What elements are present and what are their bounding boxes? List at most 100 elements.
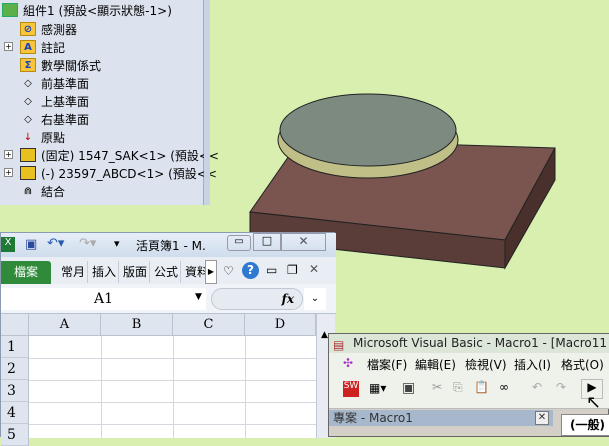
find-icon[interactable]: ∞	[499, 380, 509, 394]
assembly-icon	[2, 3, 18, 17]
paste-icon[interactable]: 📋	[474, 380, 489, 394]
undo-icon[interactable]: ↶	[532, 380, 542, 394]
vba-editor-window: ▤ Microsoft Visual Basic - Macro1 - [Mac…	[328, 333, 609, 437]
file-tab[interactable]: 檔案	[1, 261, 51, 284]
tree-item-mates[interactable]: ⋒ 結合	[20, 182, 65, 200]
workbook-close-icon[interactable]: ✕	[309, 262, 319, 276]
mates-icon: ⋒	[23, 185, 33, 197]
menu-bar: ✣ 檔案(F) 編輯(E) 檢視(V) 插入(I) 格式(O)	[329, 353, 609, 375]
part-icon	[20, 148, 36, 162]
minimize-button[interactable]: ▭	[227, 235, 251, 251]
redo-icon[interactable]: ↷	[556, 380, 566, 394]
tree-item-top-plane[interactable]: ◇ 上基準面	[20, 92, 89, 110]
menu-view[interactable]: 檢視(V)	[465, 356, 507, 373]
help-icon[interactable]: ?	[242, 262, 259, 279]
tree-item-label: 原點	[41, 130, 66, 145]
row-header[interactable]: 3	[1, 380, 29, 402]
part-icon	[20, 166, 36, 180]
tab-insert[interactable]: 插入	[88, 261, 119, 283]
gridline	[173, 336, 174, 438]
close-button[interactable]: ✕	[281, 233, 326, 251]
tab-home[interactable]: 常月	[57, 261, 88, 283]
ribbon-collapse-icon[interactable]: ♡	[223, 264, 234, 278]
row-header[interactable]: 4	[1, 402, 29, 424]
tree-item-sensors[interactable]: ⊘ 感測器	[20, 20, 77, 38]
tree-item-label: (-) 23597_ABCD<1> (預設<<	[41, 166, 217, 181]
gridline	[101, 336, 102, 438]
formula-bar: A1 ▼ fx ⌄	[1, 284, 336, 314]
tab-page-layout[interactable]: 版面	[119, 261, 150, 283]
cut-icon[interactable]: ✂	[432, 380, 442, 394]
expand-formula-bar-button[interactable]: ⌄	[304, 288, 326, 310]
menu-format[interactable]: 格式(O)	[561, 356, 604, 373]
project-pane-title: 專案 - Macro1 ✕	[329, 410, 553, 426]
panel-splitter[interactable]	[204, 0, 210, 205]
expand-icon[interactable]: +	[4, 168, 13, 177]
row-header[interactable]: 2	[1, 358, 29, 380]
sensor-folder-icon: ⊘	[20, 22, 36, 36]
plane-icon: ◇	[24, 95, 32, 107]
workbook-minimize-icon[interactable]: ▭	[266, 263, 277, 277]
name-box-dropdown-icon[interactable]: ▼	[195, 292, 202, 302]
column-header[interactable]: D	[245, 314, 316, 336]
vba-title-bar: ▤ Microsoft Visual Basic - Macro1 - [Mac…	[329, 334, 609, 353]
copy-icon[interactable]: ⎘	[453, 380, 463, 395]
plane-icon: ◇	[24, 77, 32, 89]
window-title: Microsoft Visual Basic - Macro1 - [Macro…	[353, 336, 609, 350]
tree-item-label: 前基準面	[41, 76, 90, 91]
menu-insert[interactable]: 插入(I)	[514, 356, 551, 373]
origin-icon: ↓	[23, 131, 33, 143]
tree-item-label: (固定) 1547_SAK<1> (預設<<	[41, 148, 219, 163]
solidworks-icon[interactable]: SW	[343, 381, 359, 397]
disc-top	[279, 93, 457, 167]
row-header[interactable]: 5	[1, 424, 29, 446]
toolbar: SW ▦▾ ▣ ✂ ⎘ 📋 ∞ ↶ ↷ ▶	[329, 375, 609, 409]
tree-item-annotations[interactable]: A 註記	[20, 38, 65, 56]
window-title: 活頁簿1 - M.	[136, 239, 206, 253]
tree-item-part-2[interactable]: (-) 23597_ABCD<1> (預設<<	[20, 164, 217, 182]
tree-root-label: 組件1 (預設<顯示狀態-1>)	[23, 3, 172, 18]
project-pane-label: 專案 - Macro1	[333, 411, 413, 425]
tree-root[interactable]: 組件1 (預設<顯示狀態-1>)	[2, 1, 172, 19]
object-dropdown[interactable]: (一般)	[561, 414, 609, 436]
name-box[interactable]: A1	[1, 288, 206, 310]
expand-icon[interactable]: +	[4, 150, 13, 159]
tree-item-label: 上基準面	[41, 94, 90, 109]
tree-item-origin[interactable]: ↓ 原點	[20, 128, 65, 146]
tab-formulas[interactable]: 公式	[150, 261, 181, 283]
maximize-button[interactable]: □	[253, 233, 281, 251]
excel-window: X ▣ ↶▾ ↷▾ ▾ 活頁簿1 - M. ▭ □ ✕ 檔案 常月 插入 版面 …	[0, 232, 336, 446]
customize-toolbar-icon[interactable]: ▾	[114, 237, 120, 250]
column-header[interactable]: A	[29, 314, 101, 336]
expand-icon[interactable]: +	[4, 42, 13, 51]
tree-item-label: 數學關係式	[41, 58, 102, 73]
select-all-button[interactable]	[1, 314, 29, 336]
tree-item-front-plane[interactable]: ◇ 前基準面	[20, 74, 89, 92]
gridline	[245, 336, 246, 438]
tree-item-label: 註記	[41, 40, 66, 55]
ribbon-tabs: 檔案 常月 插入 版面 公式 資料 ▶ ♡ ? ▭ ❐ ✕	[1, 257, 336, 284]
save-icon[interactable]: ▣	[402, 380, 415, 396]
menu-file[interactable]: 檔案(F)	[367, 356, 407, 373]
column-header[interactable]: C	[173, 314, 245, 336]
insert-function-button[interactable]: fx	[211, 288, 303, 310]
tree-item-right-plane[interactable]: ◇ 右基準面	[20, 110, 89, 128]
workbook-restore-icon[interactable]: ❐	[287, 263, 298, 277]
vba-menu-icon: ✣	[343, 356, 354, 370]
worksheet-grid[interactable]: A B C D 1 2 3 4 5	[1, 314, 316, 446]
tree-item-equations[interactable]: Σ 數學關係式	[20, 56, 101, 74]
feature-tree: 組件1 (預設<顯示狀態-1>) ⊘ 感測器 + A 註記 Σ 數學關係式 ◇ 前基準面…	[0, 0, 219, 205]
tab-scroll-right-button[interactable]: ▶	[205, 260, 217, 284]
redo-icon[interactable]: ↷▾	[79, 236, 96, 251]
excel-title-bar: X ▣ ↶▾ ↷▾ ▾ 活頁簿1 - M. ▭ □ ✕	[1, 233, 336, 257]
save-icon[interactable]: ▣	[25, 237, 37, 252]
project-pane-close-button[interactable]: ✕	[535, 411, 549, 425]
insert-userform-icon[interactable]: ▦▾	[369, 381, 386, 395]
tree-item-label: 右基準面	[41, 112, 90, 127]
menu-edit[interactable]: 編輯(E)	[415, 356, 456, 373]
scroll-up-icon[interactable]: ▲	[321, 330, 328, 340]
tree-item-part-1[interactable]: (固定) 1547_SAK<1> (預設<<	[20, 146, 219, 164]
row-header[interactable]: 1	[1, 336, 29, 358]
column-header[interactable]: B	[101, 314, 173, 336]
undo-icon[interactable]: ↶▾	[47, 236, 64, 251]
